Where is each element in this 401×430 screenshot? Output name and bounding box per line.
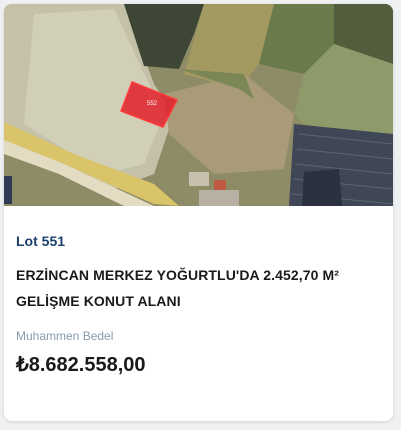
parcel-label: 552	[147, 101, 158, 107]
price-label: Muhammen Bedel	[16, 329, 114, 343]
lot-number[interactable]: Lot 551	[16, 233, 65, 249]
listing-title[interactable]: ERZİNCAN MERKEZ YOĞURTLU'DA 2.452,70 M² …	[16, 262, 380, 314]
parcel-satellite-image[interactable]: 552	[4, 4, 393, 206]
listing-card[interactable]: 552 Lot 551 ERZİNCAN MERKEZ YOĞURTLU'DA …	[4, 4, 393, 421]
price-value: ₺8.682.558,00	[16, 354, 146, 376]
